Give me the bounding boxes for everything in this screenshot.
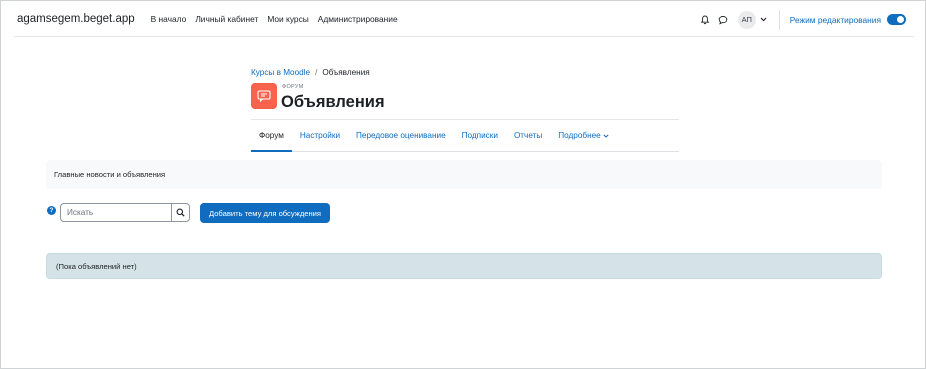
help-icon[interactable]: ? xyxy=(47,206,56,215)
breadcrumb: Курсы в Moodle / Объявления xyxy=(251,68,370,77)
nav-link-site-admin[interactable]: Администрирование xyxy=(318,14,398,24)
page-title: Объявления xyxy=(281,93,385,111)
forum-icon xyxy=(251,83,277,109)
search-input[interactable] xyxy=(60,203,171,222)
page-kicker: ФОРУМ xyxy=(282,84,304,90)
search-form xyxy=(60,203,190,222)
breadcrumb-current: Объявления xyxy=(322,68,370,77)
forum-intro-box: Главные новости и объявления xyxy=(46,160,882,189)
tab-reports[interactable]: Отчеты xyxy=(506,120,550,151)
empty-state-alert: (Пока объявлений нет) xyxy=(46,253,882,279)
breadcrumb-separator: / xyxy=(315,68,318,77)
bell-icon[interactable] xyxy=(698,13,712,27)
avatar: АП xyxy=(737,10,756,29)
search-button[interactable] xyxy=(171,203,190,222)
navbar-right: АП Режим редактирования xyxy=(698,2,906,37)
chat-bubble-icon[interactable] xyxy=(716,13,730,27)
user-menu[interactable]: АП xyxy=(737,10,767,29)
edit-mode-label[interactable]: Режим редактирования xyxy=(790,15,881,25)
primary-nav: В начало Личный кабинет Мои курсы Админи… xyxy=(151,14,398,24)
navbar-divider xyxy=(778,9,780,30)
breadcrumb-link-courses[interactable]: Курсы в Moodle xyxy=(251,68,310,77)
tab-more[interactable]: Подробнее xyxy=(550,120,616,151)
nav-link-dashboard[interactable]: Личный кабинет xyxy=(195,14,258,24)
tab-subscriptions[interactable]: Подписки xyxy=(454,120,506,151)
chevron-down-icon xyxy=(603,133,609,138)
empty-state-text: (Пока объявлений нет) xyxy=(56,261,137,271)
site-name[interactable]: agamsegem.beget.app xyxy=(17,13,135,25)
edit-mode-toggle[interactable] xyxy=(887,14,906,25)
tab-more-label: Подробнее xyxy=(558,131,601,140)
tab-settings[interactable]: Настройки xyxy=(292,120,348,151)
tab-forum[interactable]: Форум xyxy=(251,120,292,152)
page-frame: agamsegem.beget.app В начало Личный каби… xyxy=(0,0,926,369)
tab-advanced-grading[interactable]: Передовое оценивание xyxy=(348,120,454,151)
forum-intro-text: Главные новости и объявления xyxy=(54,170,166,179)
nav-link-home[interactable]: В начало xyxy=(151,14,187,24)
secondary-nav: Форум Настройки Передовое оценивание Под… xyxy=(251,119,679,152)
chevron-down-icon xyxy=(760,17,767,22)
nav-link-my-courses[interactable]: Мои курсы xyxy=(267,14,308,24)
top-navbar: agamsegem.beget.app В начало Личный каби… xyxy=(14,2,914,37)
search-icon xyxy=(176,208,185,217)
toggle-knob xyxy=(897,16,904,23)
add-discussion-button[interactable]: Добавить тему для обсуждения xyxy=(200,203,330,223)
